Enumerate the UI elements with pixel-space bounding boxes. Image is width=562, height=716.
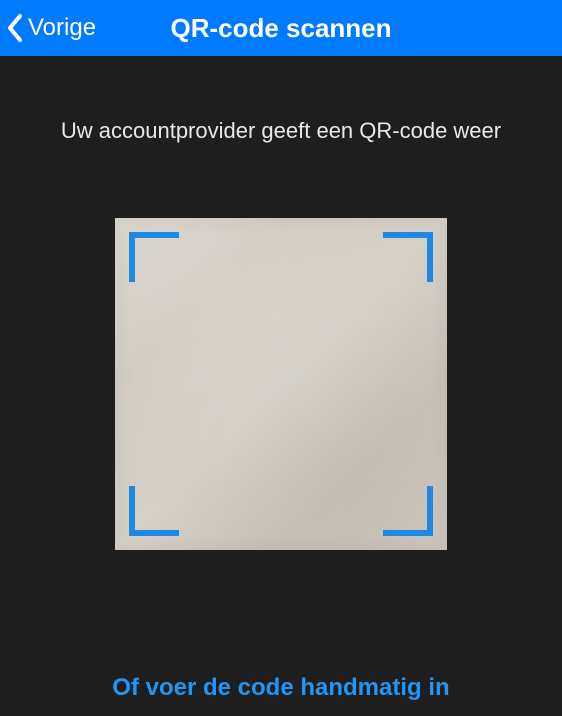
back-button[interactable]: Vorige: [0, 13, 96, 43]
header-bar: Vorige QR-code scannen: [0, 0, 562, 56]
body-overlay: Uw accountprovider geeft een QR-code wee…: [0, 56, 562, 716]
scan-corner-tr: [383, 232, 433, 282]
qr-scan-viewport[interactable]: [115, 218, 447, 550]
enter-code-manually-link[interactable]: Of voer de code handmatig in: [0, 674, 562, 702]
back-label: Vorige: [28, 14, 96, 42]
scan-corner-tl: [129, 232, 179, 282]
scan-corner-bl: [129, 486, 179, 536]
instruction-text: Uw accountprovider geeft een QR-code wee…: [0, 118, 562, 144]
chevron-left-icon: [6, 13, 24, 43]
scan-corner-br: [383, 486, 433, 536]
